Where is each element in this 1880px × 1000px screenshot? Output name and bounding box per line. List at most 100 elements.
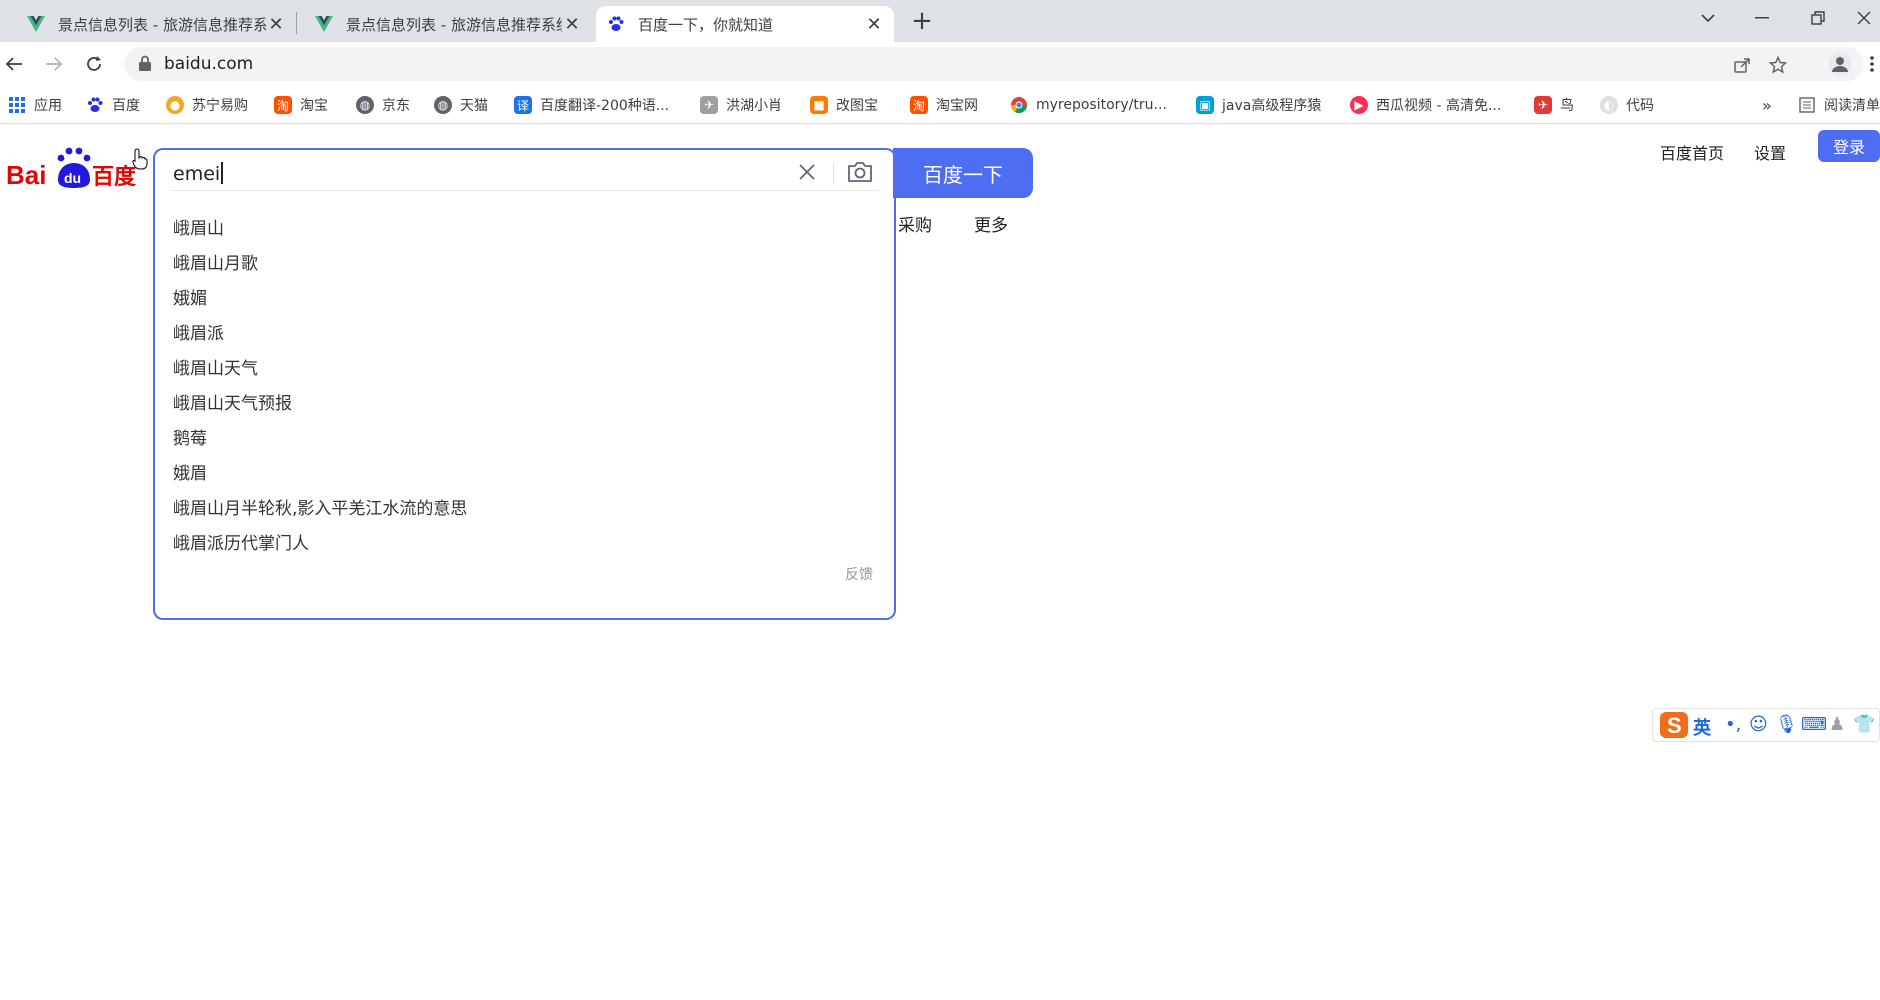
baidu-home-link[interactable]: 百度首页	[1660, 140, 1724, 164]
tab-title: 景点信息列表 - 旅游信息推荐系统	[346, 15, 562, 34]
bookmark-taobao-net[interactable]: 淘 淘宝网	[910, 94, 978, 116]
bookmark-suning[interactable]: ● 苏宁易购	[166, 94, 248, 116]
close-icon[interactable]: ✕	[266, 14, 286, 35]
search-input[interactable]: emei	[173, 162, 224, 185]
tab-title: 景点信息列表 - 旅游信息推荐系统	[58, 15, 266, 34]
bookmark-tmall[interactable]: ◍ 天猫	[434, 94, 488, 116]
globe-icon: ◍	[434, 96, 452, 114]
hand-cursor-icon	[132, 148, 148, 170]
bookmarks-bar: 应用 百度 ● 苏宁易购 淘 淘宝 ◍ 京东 ◍ 天猫 译 百度翻译-200种语…	[0, 86, 1880, 124]
moon-icon: ◐	[1600, 96, 1618, 114]
tab-divider	[296, 12, 297, 34]
browser-toolbar: baidu.com	[0, 42, 1880, 86]
suggestion-item[interactable]: 峨眉派	[173, 319, 224, 344]
user-icon[interactable]: ♟	[1829, 714, 1845, 735]
reading-list[interactable]: 阅读清单	[1798, 94, 1880, 116]
bookmark-java[interactable]: ▣ java高级程序猿	[1196, 94, 1321, 116]
settings-link[interactable]: 设置	[1754, 140, 1786, 164]
login-button[interactable]: 登录	[1818, 130, 1880, 162]
new-tab-button[interactable]: +	[908, 8, 936, 36]
bookmark-taobao[interactable]: 淘 淘宝	[274, 94, 328, 116]
bookmark-label: 洪湖小肖	[726, 98, 782, 114]
tab-3-active[interactable]: 百度一下，你就知道 ✕	[596, 6, 894, 42]
clear-search-icon[interactable]	[795, 160, 819, 184]
punctuation-icon[interactable]: •,	[1725, 714, 1741, 735]
suggestion-item[interactable]: 峨眉山天气	[173, 354, 258, 379]
translate-icon: 译	[514, 96, 532, 114]
baidu-logo[interactable]: Bai du 百度	[6, 146, 137, 190]
bookmark-label: 百度翻译-200种语...	[540, 98, 670, 114]
baidu-page: Bai du 百度 emei 峨眉山 峨眉山月歌 娥媚 峨眉派 峨眉山天气 峨眉…	[0, 124, 1880, 1000]
baidu-paw-icon	[86, 96, 104, 114]
bookmark-bird[interactable]: ✈ 鸟	[1534, 94, 1574, 116]
ime-toolbar[interactable]: S 英 •, ☺ 🎙 ⌨ ♟ 👕	[1652, 708, 1880, 742]
bookmarks-overflow-icon[interactable]: »	[1762, 94, 1772, 116]
bookmark-label: myrepository/tru...	[1036, 97, 1167, 113]
emoji-icon[interactable]: ☺	[1749, 714, 1768, 735]
share-icon[interactable]	[1732, 55, 1752, 75]
back-arrow-icon[interactable]	[0, 50, 28, 78]
feedback-link[interactable]: 反馈	[845, 564, 873, 584]
search-button[interactable]: 百度一下	[893, 148, 1033, 198]
suggestion-item[interactable]: 峨眉山月歌	[173, 249, 258, 274]
bookmark-apps[interactable]: 应用	[8, 94, 62, 116]
profile-avatar-icon[interactable]	[1828, 52, 1852, 76]
xigua-icon: ▶	[1350, 96, 1368, 114]
search-box[interactable]: emei 峨眉山 峨眉山月歌 娥媚 峨眉派 峨眉山天气 峨眉山天气预报 鹅莓 娥…	[153, 148, 896, 620]
nav-link-more[interactable]: 更多	[974, 211, 1008, 236]
apps-grid-icon	[8, 96, 26, 114]
keyboard-icon[interactable]: ⌨	[1801, 714, 1827, 735]
close-icon[interactable]: ✕	[562, 14, 582, 35]
bookmark-code[interactable]: ◐ 代码	[1600, 94, 1654, 116]
bird-icon: ✈	[1534, 96, 1552, 114]
bookmark-baidu[interactable]: 百度	[86, 94, 140, 116]
suggestion-item[interactable]: 娥媚	[173, 284, 207, 309]
bookmark-label: 淘宝	[300, 98, 328, 114]
tab-search-chevron-icon[interactable]	[1688, 6, 1728, 30]
tab-strip: 景点信息列表 - 旅游信息推荐系统 ✕ 景点信息列表 - 旅游信息推荐系统 ✕ …	[0, 0, 1880, 42]
suggestion-item[interactable]: 峨眉派历代掌门人	[173, 529, 309, 554]
close-window-icon[interactable]	[1848, 6, 1880, 30]
minimize-icon[interactable]	[1742, 6, 1782, 30]
bookmark-label: 改图宝	[836, 98, 878, 114]
svg-text:S: S	[1667, 713, 1682, 738]
bookmark-honghu[interactable]: ✈ 洪湖小肖	[700, 94, 782, 116]
suggestion-divider	[171, 190, 879, 191]
lock-icon	[138, 55, 154, 73]
suggestion-item[interactable]: 峨眉山	[173, 214, 224, 239]
suggestion-item[interactable]: 娥眉	[173, 459, 207, 484]
bird-icon: ✈	[700, 96, 718, 114]
bookmark-gaitubao[interactable]: ■ 改图宝	[810, 94, 878, 116]
ime-mode[interactable]: 英	[1693, 714, 1711, 740]
bookmark-label: 淘宝网	[936, 98, 978, 114]
globe-icon: ◍	[356, 96, 374, 114]
bilibili-icon: ▣	[1196, 96, 1214, 114]
microphone-icon[interactable]: 🎙	[1775, 714, 1798, 735]
bookmark-jd[interactable]: ◍ 京东	[356, 94, 410, 116]
camera-search-icon[interactable]	[845, 158, 875, 186]
suggestion-item[interactable]: 峨眉山天气预报	[173, 389, 292, 414]
taobao-icon: 淘	[910, 96, 928, 114]
baidu-paw-icon	[606, 14, 626, 34]
nav-link-partial[interactable]: 采购	[898, 211, 932, 236]
bookmark-xigua[interactable]: ▶ 西瓜视频 - 高清免...	[1350, 94, 1501, 116]
bookmark-label: 百度	[112, 98, 140, 114]
bookmark-label: 苏宁易购	[192, 98, 248, 114]
tab-1[interactable]: 景点信息列表 - 旅游信息推荐系统 ✕	[16, 6, 296, 42]
bookmark-baidu-translate[interactable]: 译 百度翻译-200种语...	[514, 94, 669, 116]
bookmark-myrepository[interactable]: myrepository/tru...	[1010, 94, 1167, 116]
tab-title: 百度一下，你就知道	[638, 15, 774, 34]
suggestion-item[interactable]: 鹅莓	[173, 424, 207, 449]
text-caret	[221, 162, 224, 184]
tab-2[interactable]: 景点信息列表 - 旅游信息推荐系统 ✕	[304, 6, 592, 42]
suggestion-item[interactable]: 峨眉山月半轮秋,影入平羌江水流的意思	[173, 494, 467, 519]
forward-arrow-icon[interactable]	[40, 50, 68, 78]
restore-icon[interactable]	[1798, 6, 1838, 30]
address-bar[interactable]: baidu.com	[124, 47, 1864, 81]
more-menu-icon[interactable]	[1864, 50, 1880, 78]
skin-shirt-icon[interactable]: 👕	[1853, 714, 1875, 735]
star-bookmark-icon[interactable]	[1768, 55, 1788, 75]
divider	[833, 162, 834, 184]
reload-icon[interactable]	[80, 50, 108, 78]
close-icon[interactable]: ✕	[864, 14, 884, 35]
